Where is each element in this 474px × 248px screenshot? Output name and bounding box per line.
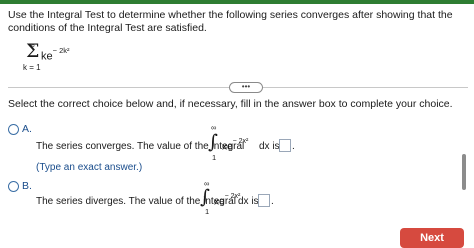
option-b-letter: B.: [22, 180, 32, 192]
option-a-integrand: xe− 2x²: [222, 138, 249, 153]
option-a-letter: A.: [22, 123, 32, 135]
option-b-integrand: xe− 2x²: [214, 193, 240, 208]
option-a-integral-sign: ∫: [208, 131, 218, 153]
question-prompt: Use the Integral Test to determine wheth…: [8, 9, 453, 34]
series-term: ke− 2k²: [41, 46, 70, 63]
option-b-radio[interactable]: [8, 181, 19, 192]
option-b-integral-sign: ∫: [200, 186, 210, 208]
option-a-dx-text: dx is: [259, 141, 280, 152]
instruction-text: Select the correct choice below and, if …: [8, 98, 453, 110]
series-lower-limit: k = 1: [23, 63, 41, 72]
option-a-integrand-base: xe: [222, 141, 233, 153]
more-options-button[interactable]: •••: [229, 82, 263, 93]
scrollbar-thumb[interactable]: [462, 154, 466, 190]
next-button[interactable]: Next: [400, 228, 464, 248]
option-a-integral-lower: 1: [212, 153, 217, 162]
option-a-radio[interactable]: [8, 124, 19, 135]
top-accent-bar: [0, 0, 474, 4]
option-b-integrand-base: xe: [214, 196, 225, 208]
option-a-answer-box[interactable]: [279, 139, 291, 152]
option-b-period: .: [271, 196, 274, 207]
option-b-integral-lower: 1: [205, 207, 210, 216]
series-term-base: ke: [41, 50, 53, 63]
option-a-period: .: [292, 141, 295, 152]
series-term-exponent: − 2k²: [52, 46, 70, 55]
option-a-integrand-exponent: − 2x²: [232, 138, 249, 145]
option-b-answer-box[interactable]: [258, 194, 270, 207]
option-b-dx-text: dx is: [238, 196, 259, 207]
summation-sign: Σ: [26, 40, 40, 62]
option-a-hint: (Type an exact answer.): [36, 162, 143, 173]
